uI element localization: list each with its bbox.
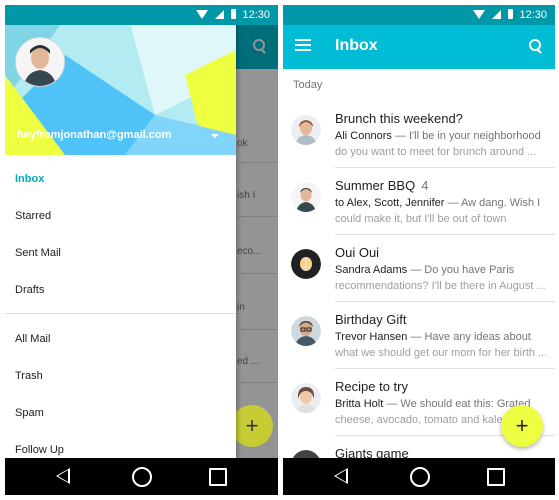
mail-subject: Birthday Gift	[335, 312, 407, 327]
account-email: heyfromjonathan@gmail.com	[17, 129, 172, 141]
back-icon[interactable]	[334, 468, 348, 484]
mail-preview-line2: could make it, but I'll be out of town	[335, 213, 507, 225]
drawer-list: Inbox Starred Sent Mail Drafts All Mail …	[5, 161, 236, 458]
mail-preview-line2: what we should get our mom for her birth…	[335, 347, 547, 359]
drawer-divider	[5, 313, 236, 314]
mail-sender: Ali Connors	[335, 130, 392, 142]
battery-icon	[231, 9, 236, 19]
mail-item[interactable]: Brunch this weekend? Ali Connors — I'll …	[283, 101, 555, 168]
mail-item[interactable]: Summer BBQ 4 to Alex, Scott, Jennifer — A…	[283, 168, 555, 235]
profile-avatar[interactable]	[15, 37, 65, 87]
mail-preview-line1: to Alex, Scott, Jennifer — Aw dang. Wish…	[335, 197, 541, 209]
page-title: Inbox	[335, 37, 378, 54]
avatar	[291, 316, 321, 346]
drawer-item-trash[interactable]: Trash	[5, 358, 236, 395]
app-bar: Inbox	[283, 25, 555, 69]
recents-icon[interactable]	[209, 468, 227, 486]
search-icon[interactable]	[529, 39, 542, 54]
mail-preview-line2: recommendations? I'll be there in August…	[335, 280, 546, 292]
mail-sender: Britta Holt	[335, 398, 384, 410]
compose-fab[interactable]: +	[501, 405, 543, 447]
drawer-item-follow-up[interactable]: Follow Up	[5, 432, 236, 458]
home-icon[interactable]	[410, 467, 430, 487]
phone-left-screen: ok ish I eco... in ed ... + heyfromjonat…	[5, 5, 278, 495]
drawer-item-spam[interactable]: Spam	[5, 395, 236, 432]
avatar	[291, 383, 321, 413]
wifi-icon	[196, 9, 208, 19]
mail-sender: to Alex, Scott, Jennifer	[335, 197, 445, 209]
mail-sender: Trevor Hansen	[335, 331, 408, 343]
back-icon[interactable]	[56, 468, 70, 484]
signal-icon	[215, 9, 224, 19]
home-icon[interactable]	[132, 467, 152, 487]
drawer-item-inbox[interactable]: Inbox	[5, 161, 236, 198]
mail-preview-line1: Ali Connors — I'll be in your neighborho…	[335, 130, 541, 142]
wifi-icon	[473, 9, 485, 19]
status-bar: 12:30	[5, 5, 278, 25]
system-nav-bar	[283, 458, 555, 495]
signal-icon	[492, 9, 501, 19]
phone-right-screen: 12:30 Inbox Today Brunch this weekend? A…	[283, 5, 555, 495]
drawer-header: heyfromjonathan@gmail.com	[5, 5, 236, 155]
thread-count: 4	[421, 178, 429, 193]
drawer-item-all-mail[interactable]: All Mail	[5, 321, 236, 358]
menu-icon[interactable]	[295, 39, 311, 51]
battery-icon	[508, 9, 513, 19]
mail-subject: Brunch this weekend?	[335, 111, 463, 126]
status-time: 12:30	[242, 9, 270, 21]
drawer-item-drafts[interactable]: Drafts	[5, 272, 236, 309]
account-dropdown-icon[interactable]	[211, 134, 219, 138]
mail-sender: Sandra Adams	[335, 264, 408, 276]
status-bar: 12:30	[283, 5, 555, 25]
mail-preview-line1: Sandra Adams — Do you have Paris	[335, 264, 515, 276]
mail-preview-line2: do you want to meet for brunch around ..…	[335, 146, 537, 158]
avatar	[291, 115, 321, 145]
system-nav-bar	[5, 458, 278, 495]
section-label-today: Today	[293, 79, 323, 91]
compose-fab[interactable]: +	[231, 405, 273, 447]
mail-item[interactable]: Oui Oui Sandra Adams — Do you have Paris…	[283, 235, 555, 302]
mail-item[interactable]: Birthday Gift Trevor Hansen — Have any i…	[283, 302, 555, 369]
drawer-item-sent-mail[interactable]: Sent Mail	[5, 235, 236, 272]
navigation-drawer: heyfromjonathan@gmail.com Inbox Starred …	[5, 5, 236, 458]
mail-preview-line1: Trevor Hansen — Have any ideas about	[335, 331, 531, 343]
recents-icon[interactable]	[487, 468, 505, 486]
avatar	[291, 182, 321, 212]
mail-subject: Summer BBQ 4	[335, 178, 429, 193]
status-time: 12:30	[519, 9, 547, 21]
mail-subject: Oui Oui	[335, 245, 380, 260]
avatar	[291, 249, 321, 279]
mail-subject: Recipe to try	[335, 379, 408, 394]
drawer-item-starred[interactable]: Starred	[5, 198, 236, 235]
